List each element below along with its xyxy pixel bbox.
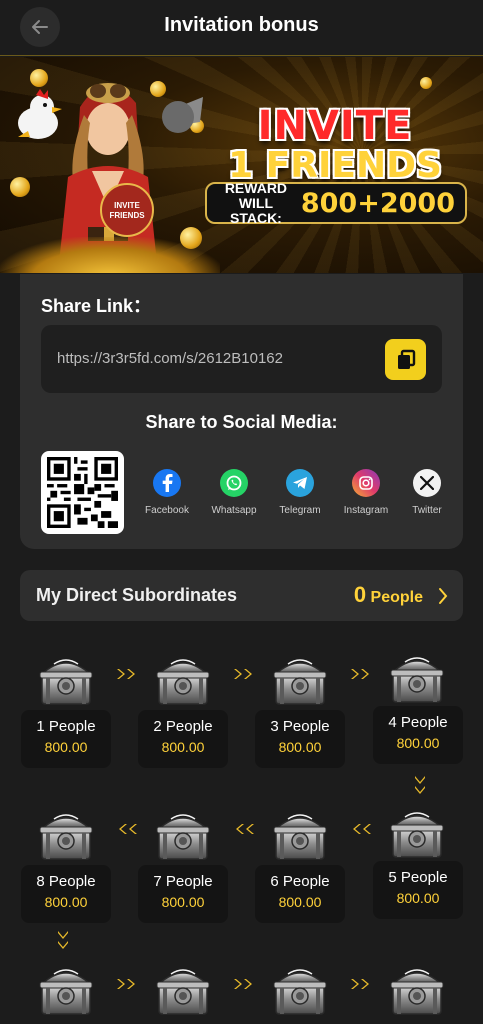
treasure-chest-icon <box>36 807 96 863</box>
tier-card-7[interactable]: 7 People 800.00 <box>138 865 228 923</box>
double-chevron-down-icon <box>413 774 427 798</box>
tier-card-2[interactable]: 2 People 800.00 <box>138 710 228 768</box>
treasure-chest-icon <box>387 962 447 1018</box>
twitter-label: Twitter <box>412 505 442 516</box>
treasure-chest-icon <box>36 962 96 1018</box>
qr-code[interactable] <box>41 451 124 534</box>
treasure-chest-icon <box>270 652 330 708</box>
tier-people: 3 People <box>270 718 330 735</box>
reward-stack-box: REWARD WILL STACK: 800+2000 <box>205 179 467 226</box>
copy-icon <box>397 349 415 369</box>
tier-card-6[interactable]: 6 People 800.00 <box>255 865 345 923</box>
tier-people: 5 People <box>388 869 448 886</box>
whatsapp-label: Whatsapp <box>211 505 257 516</box>
treasure-chest-icon <box>153 807 213 863</box>
treasure-chest-icon <box>387 805 447 861</box>
treasure-chest-icon <box>270 962 330 1018</box>
tier-people: 4 People <box>388 714 448 731</box>
double-chevron-down-icon <box>56 929 70 953</box>
subordinates-title: My Direct Subordinates <box>36 585 238 605</box>
tier-card-5[interactable]: 5 People 800.00 <box>373 861 463 919</box>
tier-card-1[interactable]: 1 People 800.00 <box>21 710 111 768</box>
double-chevron-right-icon <box>349 667 373 681</box>
facebook-label: Facebook <box>145 505 189 516</box>
app-header: Invitation bonus <box>0 0 483 56</box>
double-chevron-right-icon <box>232 977 256 991</box>
coin-decoration <box>10 177 30 197</box>
share-telegram[interactable]: Telegram <box>270 469 330 516</box>
tier-amount: 800.00 <box>44 894 88 910</box>
subordinates-summary: 0 People <box>354 582 423 608</box>
subordinates-count: 0 <box>353 582 367 607</box>
subordinates-unit: People <box>370 589 423 606</box>
double-chevron-left-icon <box>349 822 373 836</box>
tier-card-4[interactable]: 4 People 800.00 <box>373 706 463 764</box>
tier-amount: 800.00 <box>396 735 440 751</box>
tier-card-8[interactable]: 8 People 800.00 <box>21 865 111 923</box>
tier-amount: 800.00 <box>161 894 205 910</box>
treasure-chest-icon <box>387 650 447 706</box>
double-chevron-right-icon <box>349 977 373 991</box>
share-twitter[interactable]: Twitter <box>397 469 457 516</box>
double-chevron-right-icon <box>115 977 139 991</box>
tier-people: 8 People <box>36 873 96 890</box>
double-chevron-right-icon <box>232 667 256 681</box>
tier-amount: 800.00 <box>44 739 88 755</box>
tier-card-3[interactable]: 3 People 800.00 <box>255 710 345 768</box>
invite-friends-badge: INVITE FRIENDS <box>100 183 154 237</box>
tier-people: 7 People <box>153 873 213 890</box>
reward-value: 800+2000 <box>300 187 455 219</box>
instagram-icon <box>352 469 380 497</box>
gold-pile <box>0 237 220 273</box>
instagram-label: Instagram <box>343 505 389 516</box>
double-chevron-right-icon <box>115 667 139 681</box>
tier-amount: 800.00 <box>161 739 205 755</box>
banner-invite-text: INVITE <box>257 103 413 149</box>
telegram-icon <box>286 469 314 497</box>
share-link-text[interactable]: https://3r3r5fd.com/s/2612B10162 <box>57 350 283 367</box>
badge-line-1: INVITE <box>114 201 140 210</box>
treasure-chest-icon <box>36 652 96 708</box>
invite-banner: INVITE FRIENDS INVITE 1 FRIENDS REWARD W… <box>0 57 483 273</box>
reward-label: REWARD WILL STACK: <box>217 179 295 226</box>
share-whatsapp[interactable]: Whatsapp <box>204 469 264 516</box>
copy-link-button[interactable] <box>385 339 426 380</box>
direct-subordinates-row[interactable]: My Direct Subordinates 0 People <box>20 570 463 621</box>
telegram-label: Telegram <box>279 505 321 516</box>
tier-amount: 800.00 <box>278 894 322 910</box>
share-facebook[interactable]: Facebook <box>137 469 197 516</box>
share-instagram[interactable]: Instagram <box>336 469 396 516</box>
badge-line-2: FRIENDS <box>109 211 145 220</box>
share-link-title: Share Link： <box>41 296 152 316</box>
double-chevron-left-icon <box>232 822 256 836</box>
reward-label-line-2: WILL STACK: <box>230 194 282 226</box>
double-chevron-left-icon <box>115 822 139 836</box>
tier-people: 2 People <box>153 718 213 735</box>
x-twitter-icon <box>413 469 441 497</box>
tier-people: 6 People <box>270 873 330 890</box>
facebook-icon <box>153 469 181 497</box>
tier-amount: 800.00 <box>278 739 322 755</box>
whatsapp-icon <box>220 469 248 497</box>
social-media-title: Share to Social Media: <box>145 412 338 432</box>
share-link-box: https://3r3r5fd.com/s/2612B10162 <box>41 325 442 393</box>
share-card: Share Link： https://3r3r5fd.com/s/2612B1… <box>20 274 463 549</box>
page-title: Invitation bonus <box>164 14 319 36</box>
chevron-right-icon <box>439 588 448 604</box>
reward-label-line-1: REWARD <box>224 179 288 196</box>
tier-amount: 800.00 <box>396 890 440 906</box>
treasure-chest-icon <box>270 807 330 863</box>
tier-people: 1 People <box>36 718 96 735</box>
coin-decoration <box>420 77 432 89</box>
qr-code-icon <box>47 457 118 528</box>
treasure-chest-icon <box>153 652 213 708</box>
treasure-chest-icon <box>153 962 213 1018</box>
